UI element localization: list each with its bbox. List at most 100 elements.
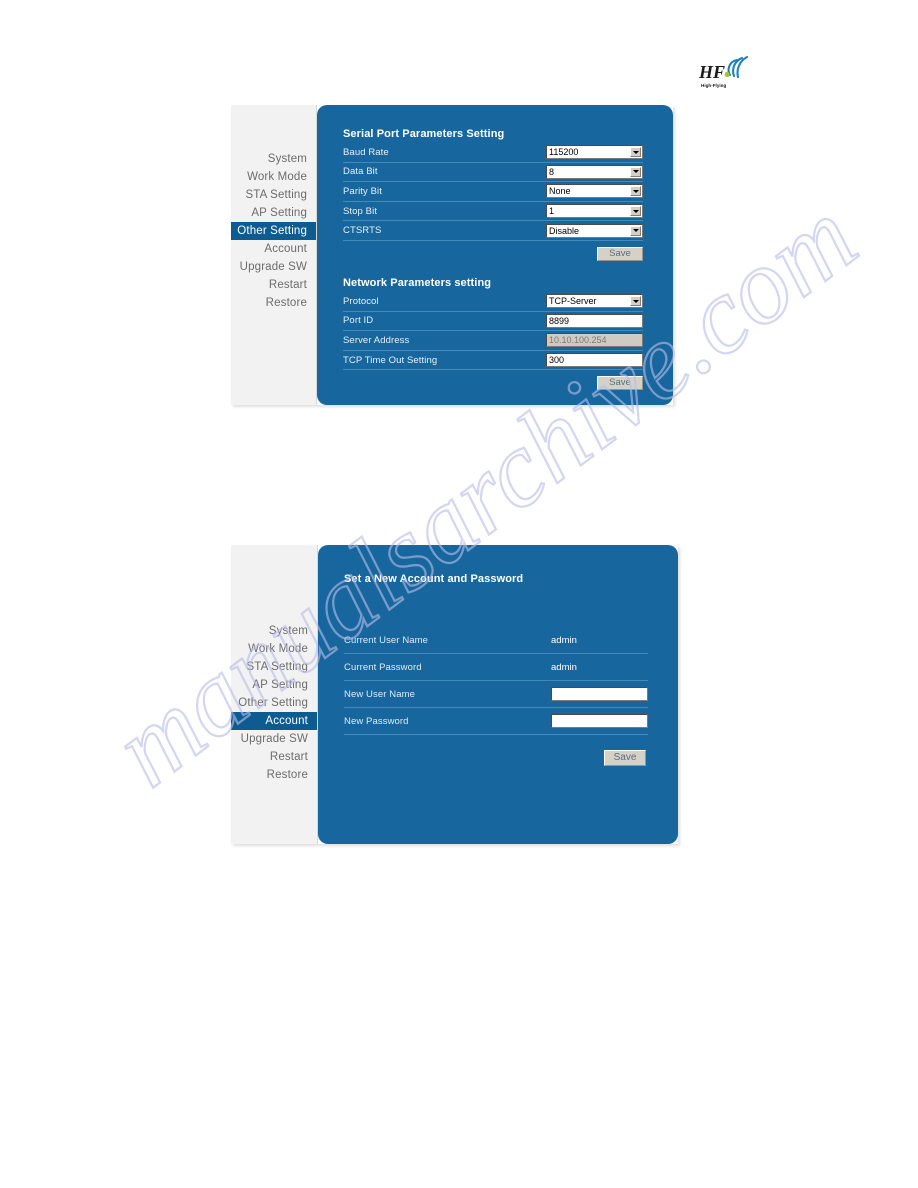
chevron-down-icon[interactable]: [630, 225, 641, 236]
form-row-ctsrts: CTSRTS Disable: [343, 221, 643, 241]
select-baud-rate-value: 115200: [549, 147, 579, 158]
network-save-row: Save: [343, 370, 643, 391]
select-stop-bit[interactable]: 1: [546, 204, 643, 219]
serial-save-button[interactable]: Save: [597, 246, 643, 261]
account-settings-panel: System Work Mode STA Setting AP Setting Othe…: [231, 545, 678, 844]
input-tcp-time-out-setting[interactable]: [546, 353, 643, 368]
sidebar-item-system[interactable]: System: [231, 150, 316, 168]
chevron-down-icon[interactable]: [630, 296, 641, 307]
label-parity-bit: Parity Bit: [343, 185, 383, 197]
form-row-new-password: New Password: [344, 708, 648, 735]
select-ctsrts[interactable]: Disable: [546, 223, 643, 238]
network-parameter-rows: Protocol TCP-Server Port ID Server Address T…: [343, 292, 643, 371]
form-row-server-address: Server Address: [343, 331, 643, 351]
sidebar-item-restart[interactable]: Restart: [231, 748, 317, 766]
field-current-password: admin: [551, 662, 648, 673]
sidebar-item-other-setting[interactable]: Other Setting: [231, 694, 317, 712]
select-protocol-value: TCP-Server: [549, 296, 597, 307]
network-save-button[interactable]: Save: [597, 376, 643, 391]
form-row-data-bit: Data Bit 8: [343, 163, 643, 183]
sidebar-item-sta-setting[interactable]: STA Setting: [231, 186, 316, 204]
field-server-address: [544, 333, 643, 348]
sidebar-item-upgrade-sw[interactable]: Upgrade SW: [231, 730, 317, 748]
field-protocol: TCP-Server: [544, 294, 643, 309]
label-stop-bit: Stop Bit: [343, 205, 378, 217]
form-row-tcp-time-out-setting: TCP Time Out Setting: [343, 351, 643, 371]
sidebar-item-work-mode[interactable]: Work Mode: [231, 640, 317, 658]
label-new-user-name: New User Name: [344, 688, 415, 700]
logo-dot: [724, 71, 730, 77]
select-baud-rate[interactable]: 115200: [546, 145, 643, 160]
serial-settings-panel: System Work Mode STA Setting AP Setting Othe…: [231, 105, 673, 405]
input-port-id[interactable]: [546, 313, 643, 328]
sidebar-item-restore[interactable]: Restore: [231, 294, 316, 312]
form-row-parity-bit: Parity Bit None: [343, 182, 643, 202]
select-data-bit[interactable]: 8: [546, 164, 643, 179]
sidebar-item-sta-setting[interactable]: STA Setting: [231, 658, 317, 676]
sidebar-item-restore[interactable]: Restore: [231, 766, 317, 784]
select-parity-bit-value: None: [549, 186, 571, 197]
input-new-user-name[interactable]: [551, 687, 648, 701]
form-row-current-password: Current Password admin: [344, 654, 648, 681]
select-data-bit-value: 8: [549, 166, 555, 177]
label-current-password: Current Password: [344, 661, 422, 673]
account-save-button[interactable]: Save: [604, 750, 646, 766]
sidebar-item-upgrade-sw[interactable]: Upgrade SW: [231, 258, 316, 276]
logo-wordmark: HF: [698, 62, 725, 82]
field-tcp-time-out-setting: [544, 353, 643, 368]
form-row-current-user-name: Current User Name admin: [344, 627, 648, 654]
sidebar-item-account[interactable]: Account: [231, 240, 316, 258]
field-current-user-name: admin: [551, 635, 648, 646]
field-new-user-name: [551, 687, 648, 701]
label-tcp-time-out-setting: TCP Time Out Setting: [343, 354, 438, 366]
chevron-down-icon[interactable]: [630, 147, 641, 158]
sidebar-item-account[interactable]: Account: [231, 712, 317, 730]
field-new-password: [551, 714, 648, 728]
chevron-down-icon[interactable]: [630, 186, 641, 197]
sidebar-item-other-setting[interactable]: Other Setting: [231, 222, 316, 240]
field-port-id: [544, 313, 643, 328]
wifi-signal-icon: [727, 56, 749, 79]
label-new-password: New Password: [344, 715, 409, 727]
nav-menu-account: System Work Mode STA Setting AP Setting Othe…: [231, 622, 317, 784]
field-stop-bit: 1: [544, 204, 643, 219]
select-protocol[interactable]: TCP-Server: [546, 294, 643, 309]
form-row-stop-bit: Stop Bit 1: [343, 202, 643, 222]
form-row-baud-rate: Baud Rate 115200: [343, 143, 643, 163]
sidebar-serial: System Work Mode STA Setting AP Setting Othe…: [231, 105, 317, 405]
select-ctsrts-value: Disable: [549, 225, 580, 236]
nav-menu-serial: System Work Mode STA Setting AP Setting Othe…: [231, 150, 316, 312]
label-port-id: Port ID: [343, 315, 374, 327]
form-row-new-user-name: New User Name: [344, 681, 648, 708]
label-data-bit: Data Bit: [343, 166, 378, 178]
form-row-port-id: Port ID: [343, 312, 643, 332]
input-server-address: [546, 333, 643, 348]
account-form-rows: Current User Name admin Current Password ad…: [344, 627, 648, 735]
sidebar-item-work-mode[interactable]: Work Mode: [231, 168, 316, 186]
field-ctsrts: Disable: [544, 223, 643, 238]
network-section-title: Network Parameters setting: [343, 276, 492, 289]
chevron-down-icon[interactable]: [630, 166, 641, 177]
serial-panel-content: Serial Port Parameters Setting Baud Rate…: [317, 105, 673, 405]
label-baud-rate: Baud Rate: [343, 146, 389, 158]
sidebar-item-restart[interactable]: Restart: [231, 276, 316, 294]
account-section-title: Set a New Account and Password: [344, 573, 524, 585]
select-stop-bit-value: 1: [549, 206, 555, 217]
chevron-down-icon[interactable]: [630, 206, 641, 217]
select-parity-bit[interactable]: None: [546, 184, 643, 199]
input-new-password[interactable]: [551, 714, 648, 728]
sidebar-item-ap-setting[interactable]: AP Setting: [231, 676, 317, 694]
sidebar-item-system[interactable]: System: [231, 622, 317, 640]
serial-section-title: Serial Port Parameters Setting: [343, 128, 505, 140]
account-panel-content: Set a New Account and Password Current U…: [318, 545, 678, 844]
field-baud-rate: 115200: [544, 145, 643, 160]
serial-save-row: Save: [343, 241, 643, 261]
label-current-user-name: Current User Name: [344, 634, 429, 646]
logo-tagline: High-Flying: [701, 83, 726, 88]
sidebar-account: System Work Mode STA Setting AP Setting Othe…: [231, 545, 318, 844]
account-save-row: Save: [344, 735, 648, 766]
sidebar-item-ap-setting[interactable]: AP Setting: [231, 204, 316, 222]
field-data-bit: 8: [544, 164, 643, 179]
hf-logo: HF High-Flying: [697, 56, 749, 90]
